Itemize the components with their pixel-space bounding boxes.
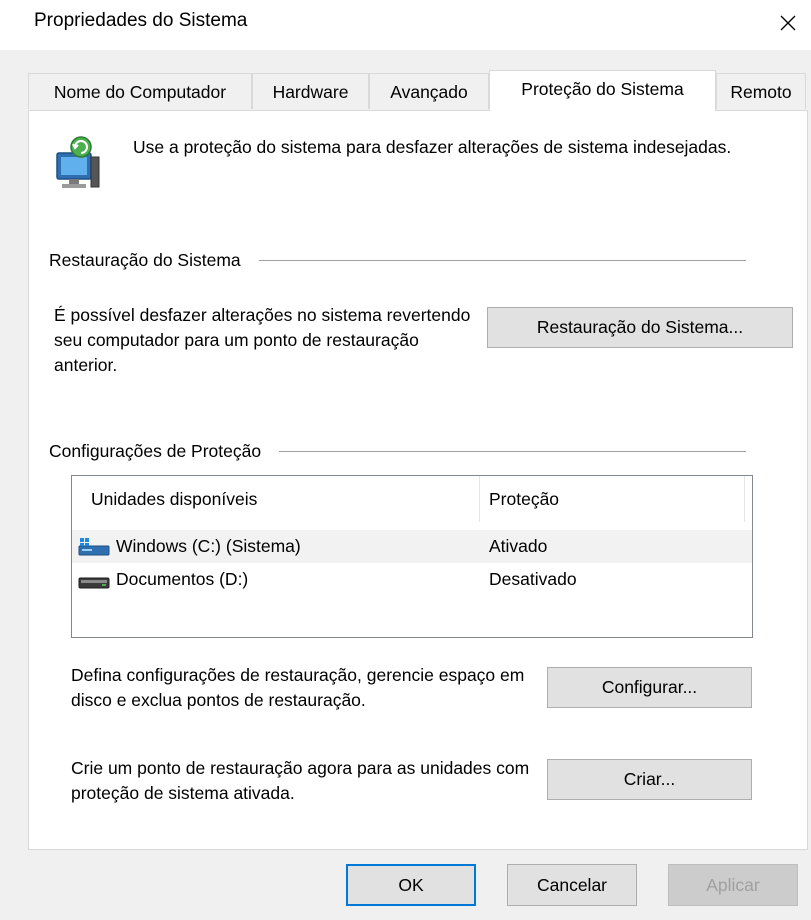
ok-button[interactable]: OK bbox=[346, 864, 476, 906]
tab-strip: Nome do Computador Hardware Avançado Pro… bbox=[28, 70, 808, 111]
drive-row-d[interactable]: Documentos (D:) Desativado bbox=[72, 563, 752, 596]
drive-status: Ativado bbox=[489, 536, 548, 556]
window-title: Propriedades do Sistema bbox=[34, 10, 248, 31]
title-bar: Propriedades do Sistema bbox=[0, 0, 811, 50]
system-restore-button[interactable]: Restauração do Sistema... bbox=[487, 307, 793, 348]
drive-status: Desativado bbox=[489, 569, 577, 589]
protection-group-title: Configurações de Proteção bbox=[49, 441, 280, 462]
close-button[interactable] bbox=[765, 0, 811, 46]
system-drive-icon bbox=[78, 538, 110, 556]
tab-remote[interactable]: Remoto bbox=[716, 73, 806, 109]
drive-name: Windows (C:) (Sistema) bbox=[116, 536, 301, 556]
create-description: Crie um ponto de restauração agora para … bbox=[71, 758, 530, 803]
cancel-button[interactable]: Cancelar bbox=[507, 864, 637, 906]
drive-row-c[interactable]: Windows (C:) (Sistema) Ativado bbox=[72, 530, 752, 563]
create-button[interactable]: Criar... bbox=[547, 759, 752, 800]
tab-system-protection[interactable]: Proteção do Sistema bbox=[489, 70, 716, 111]
intro-description: Use a proteção do sistema para desfazer … bbox=[133, 137, 732, 157]
restore-description: É possível desfazer alterações no sistem… bbox=[54, 305, 471, 375]
drive-name: Documentos (D:) bbox=[116, 569, 249, 589]
configure-button[interactable]: Configurar... bbox=[547, 667, 752, 708]
apply-button[interactable]: Aplicar bbox=[668, 864, 798, 906]
column-header-drives[interactable]: Unidades disponíveis bbox=[91, 476, 257, 522]
drives-listview[interactable]: Unidades disponíveis Proteção Windows (C… bbox=[71, 475, 753, 638]
tab-computer-name[interactable]: Nome do Computador bbox=[28, 73, 252, 109]
column-separator[interactable] bbox=[744, 476, 745, 522]
tab-panel: Use a proteção do sistema para desfazer … bbox=[28, 110, 808, 850]
restore-group-title: Restauração do Sistema bbox=[49, 250, 259, 271]
column-separator[interactable] bbox=[479, 476, 480, 522]
configure-description: Defina configurações de restauração, ger… bbox=[71, 665, 525, 710]
tab-advanced[interactable]: Avançado bbox=[369, 73, 489, 109]
listview-header: Unidades disponíveis Proteção bbox=[72, 476, 752, 522]
system-protection-icon bbox=[56, 136, 100, 188]
dialog-footer: OK Cancelar Aplicar bbox=[0, 850, 811, 920]
tab-hardware[interactable]: Hardware bbox=[252, 73, 369, 109]
drive-icon bbox=[78, 577, 110, 589]
column-header-protection[interactable]: Proteção bbox=[489, 476, 559, 522]
close-icon bbox=[780, 15, 796, 31]
